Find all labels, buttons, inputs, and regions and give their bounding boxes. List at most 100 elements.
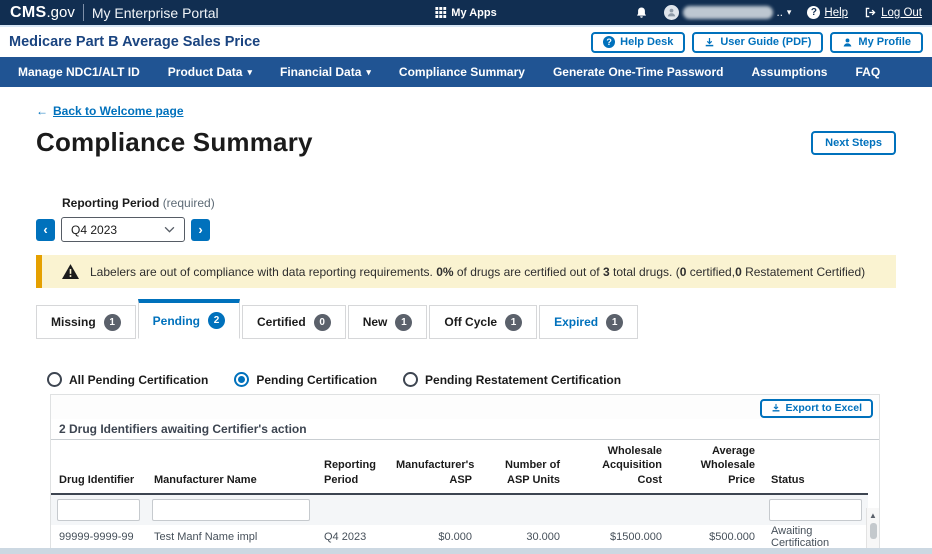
count-badge: 1 bbox=[505, 314, 522, 331]
warning-text: Restatement Certified) bbox=[742, 265, 865, 279]
required-hint: (required) bbox=[163, 196, 215, 210]
screen: CMS .gov My Enterprise Portal My Apps ..… bbox=[0, 0, 932, 554]
chevron-down-icon: ▾ bbox=[366, 67, 371, 78]
count-badge: 1 bbox=[606, 314, 623, 331]
select-chevron-icon bbox=[164, 226, 175, 233]
help-desk-button[interactable]: ? Help Desk bbox=[591, 32, 685, 53]
warning-triangle-icon bbox=[62, 264, 79, 279]
pending-table-card: Export to Excel 2 Drug Identifiers await… bbox=[50, 394, 880, 549]
nav-label: FAQ bbox=[855, 65, 880, 79]
filter-drug-identifier-input[interactable] bbox=[57, 499, 140, 521]
tab-label: Expired bbox=[554, 315, 598, 329]
reporting-period-label-text: Reporting Period bbox=[62, 196, 159, 210]
scroll-up-icon[interactable]: ▲ bbox=[869, 511, 877, 520]
portal-name: My Enterprise Portal bbox=[92, 5, 219, 21]
nav-item-faq[interactable]: FAQ bbox=[841, 57, 894, 87]
tab-missing[interactable]: Missing 1 bbox=[36, 305, 136, 339]
user-guide-button[interactable]: User Guide (PDF) bbox=[692, 32, 823, 53]
help-desk-label: Help Desk bbox=[620, 36, 673, 48]
tab-expired[interactable]: Expired 1 bbox=[539, 305, 638, 339]
previous-period-button[interactable]: ‹ bbox=[36, 219, 55, 241]
tab-label: Certified bbox=[257, 315, 306, 329]
warning-message: Labelers are out of compliance with data… bbox=[90, 265, 865, 279]
nav-item-assumptions[interactable]: Assumptions bbox=[737, 57, 841, 87]
table-header-row: Drug Identifier Manufacturer Name Report… bbox=[51, 440, 868, 494]
my-apps-button[interactable]: My Apps bbox=[435, 7, 496, 19]
back-arrow-icon: ← bbox=[36, 104, 48, 118]
title-row: Compliance Summary Next Steps bbox=[36, 127, 896, 158]
tab-new[interactable]: New 1 bbox=[348, 305, 428, 339]
count-badge: 1 bbox=[395, 314, 412, 331]
table-row[interactable]: 99999-9999-99 Test Manf Name impl Q4 202… bbox=[51, 525, 868, 549]
reporting-period-label: Reporting Period (required) bbox=[62, 196, 896, 210]
col-drug-identifier: Drug Identifier bbox=[51, 440, 146, 494]
export-to-excel-button[interactable]: Export to Excel bbox=[760, 399, 873, 418]
chevron-down-icon: ▾ bbox=[247, 67, 252, 78]
cms-gov-logo[interactable]: CMS .gov bbox=[10, 4, 75, 22]
grid-icon bbox=[435, 7, 446, 18]
scrollbar-thumb[interactable] bbox=[870, 523, 877, 539]
app-title: Medicare Part B Average Sales Price bbox=[9, 34, 260, 50]
tab-off-cycle[interactable]: Off Cycle 1 bbox=[429, 305, 537, 339]
tab-certified[interactable]: Certified 0 bbox=[242, 305, 346, 339]
profile-person-icon bbox=[842, 37, 853, 48]
nav-label: Financial Data bbox=[280, 65, 361, 79]
tab-pending[interactable]: Pending 2 bbox=[138, 299, 240, 339]
brand-cms: CMS bbox=[10, 4, 46, 22]
col-status: Status bbox=[763, 440, 868, 494]
app-header: Medicare Part B Average Sales Price ? He… bbox=[0, 27, 932, 57]
table-caption: 2 Drug Identifiers awaiting Certifier's … bbox=[51, 419, 879, 440]
cell-reporting-period: Q4 2023 bbox=[316, 525, 388, 549]
radio-label: Pending Certification bbox=[256, 373, 377, 387]
notifications-bell-icon[interactable] bbox=[635, 6, 648, 20]
help-link[interactable]: ? Help bbox=[807, 6, 848, 19]
radio-all-pending-certification[interactable]: All Pending Certification bbox=[47, 372, 208, 387]
col-reporting-period: Reporting Period bbox=[316, 440, 388, 494]
count-badge: 1 bbox=[104, 314, 121, 331]
radio-selected-icon bbox=[234, 372, 249, 387]
nav-item-manage-ndc[interactable]: Manage NDC1/ALT ID bbox=[4, 57, 154, 87]
nav-item-generate-otp[interactable]: Generate One-Time Password bbox=[539, 57, 738, 87]
warning-text: of drugs are certified out of bbox=[454, 265, 603, 279]
nav-item-financial-data[interactable]: Financial Data ▾ bbox=[266, 57, 385, 87]
nav-label: Compliance Summary bbox=[399, 65, 525, 79]
back-link-label: Back to Welcome page bbox=[53, 104, 184, 118]
help-question-icon: ? bbox=[807, 6, 820, 19]
pending-filter-radios: All Pending Certification Pending Certif… bbox=[47, 372, 896, 387]
radio-pending-restatement-certification[interactable]: Pending Restatement Certification bbox=[403, 372, 621, 387]
tab-label: Off Cycle bbox=[444, 315, 497, 329]
col-average-wholesale-price: Average Wholesale Price bbox=[670, 440, 763, 494]
count-badge: 0 bbox=[314, 314, 331, 331]
user-menu[interactable]: .. ▾ bbox=[664, 5, 792, 20]
my-profile-label: My Profile bbox=[858, 36, 911, 48]
logout-link[interactable]: Log Out bbox=[864, 6, 922, 19]
user-avatar-icon bbox=[664, 5, 679, 20]
download-icon bbox=[771, 403, 781, 413]
nav-item-compliance-summary[interactable]: Compliance Summary bbox=[385, 57, 539, 87]
col-manufacturers-asp: Manufacturer's ASP bbox=[388, 440, 480, 494]
col-number-asp-units: Number of ASP Units bbox=[480, 440, 568, 494]
back-to-welcome-link[interactable]: ← Back to Welcome page bbox=[36, 104, 184, 118]
main-nav: Manage NDC1/ALT ID Product Data▾ Financi… bbox=[0, 57, 932, 87]
my-profile-button[interactable]: My Profile bbox=[830, 32, 923, 53]
radio-label: All Pending Certification bbox=[69, 373, 208, 387]
nav-label: Assumptions bbox=[751, 65, 827, 79]
help-desk-icon: ? bbox=[603, 36, 615, 48]
table-vertical-scrollbar[interactable]: ▲ bbox=[866, 508, 879, 548]
filter-manufacturer-name-input[interactable] bbox=[152, 499, 310, 521]
filter-status-input[interactable] bbox=[769, 499, 862, 521]
tab-label: Pending bbox=[153, 314, 200, 328]
reporting-period-select[interactable]: Q4 2023 bbox=[61, 217, 185, 242]
compliance-warning-banner: Labelers are out of compliance with data… bbox=[36, 255, 896, 288]
header-buttons: ? Help Desk User Guide (PDF) My Profile bbox=[591, 32, 923, 53]
warning-text: Labelers are out of compliance with data… bbox=[90, 265, 436, 279]
cell-wac: $1500.000 bbox=[568, 525, 670, 549]
radio-pending-certification[interactable]: Pending Certification bbox=[234, 372, 377, 387]
col-wholesale-acquisition-cost: Wholesale Acquisition Cost bbox=[568, 440, 670, 494]
horizontal-scrollbar[interactable] bbox=[0, 548, 932, 554]
next-steps-button[interactable]: Next Steps bbox=[811, 131, 896, 155]
cell-manufacturer-name: Test Manf Name impl bbox=[146, 525, 316, 549]
logout-label: Log Out bbox=[881, 7, 922, 19]
nav-item-product-data[interactable]: Product Data▾ bbox=[154, 57, 266, 87]
next-period-button[interactable]: › bbox=[191, 219, 210, 241]
